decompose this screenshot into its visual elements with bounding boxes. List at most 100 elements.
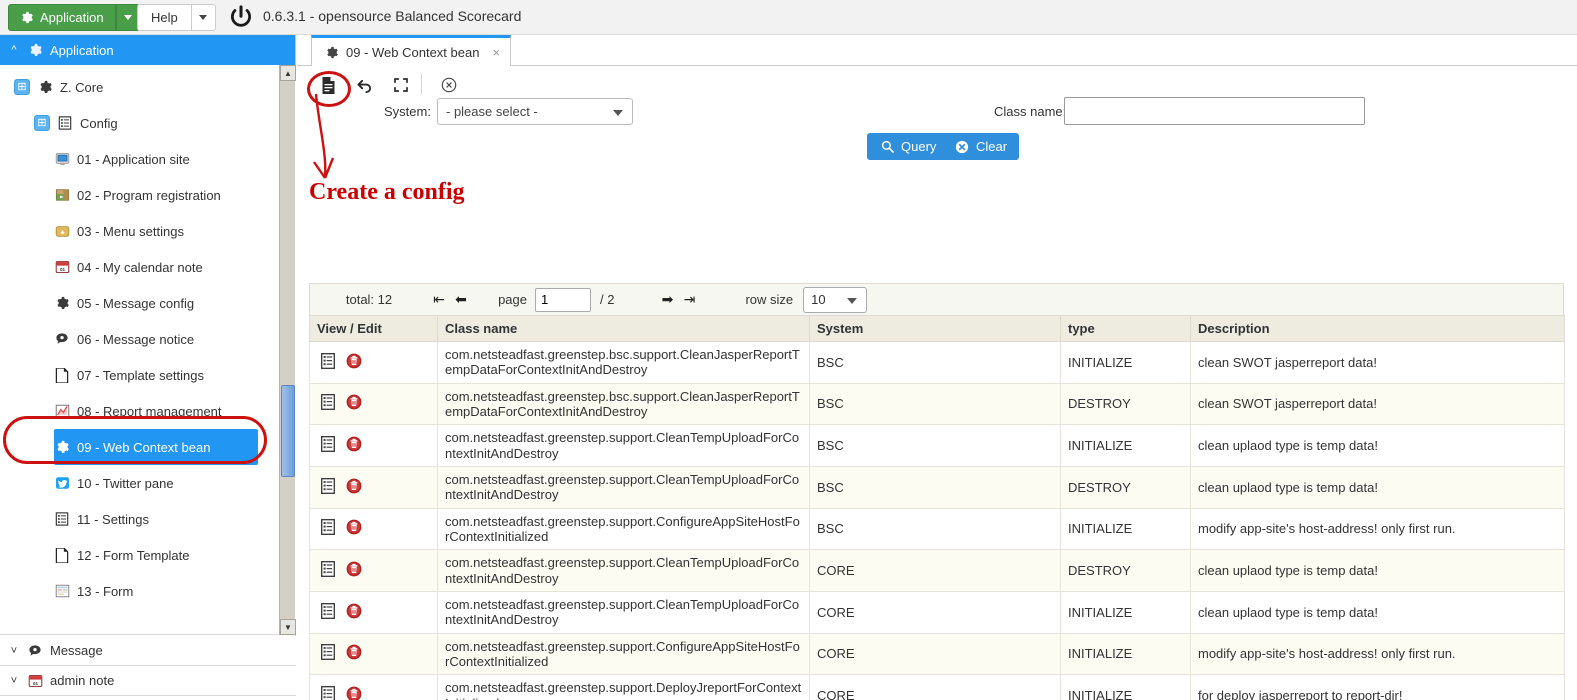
first-page-icon[interactable]: ⇤ — [428, 291, 450, 308]
sidebar-accordion-application[interactable]: ^ Application — [0, 35, 295, 65]
table-row[interactable]: com.netsteadfast.greenstep.support.Deplo… — [309, 674, 1565, 700]
sidebar: ^ Application ⊞ Z. Core ⊞ Config 01 - Applic… — [0, 35, 296, 700]
scroll-up-arrow-icon[interactable]: ▲ — [280, 65, 296, 81]
sidebar-tree-item-06-message-notice[interactable]: 06 - Message notice — [54, 321, 258, 357]
undo-icon[interactable] — [353, 75, 375, 95]
sidebar-tree-item-08-report-management[interactable]: 08 - Report management — [54, 393, 258, 429]
power-button[interactable] — [227, 4, 255, 37]
view-detail-icon[interactable] — [321, 436, 335, 455]
row-actions-cell — [309, 424, 438, 467]
sidebar-tree-item-label: 04 - My calendar note — [77, 259, 203, 275]
cell-description: clean SWOT jasperreport data! — [1190, 341, 1565, 384]
cell-class-name: com.netsteadfast.greenstep.support.Confi… — [437, 632, 810, 676]
scroll-down-arrow-icon[interactable]: ▼ — [280, 619, 296, 635]
page-icon — [54, 547, 70, 563]
sidebar-tree-item-11-settings[interactable]: 11 - Settings — [54, 501, 258, 537]
table-row[interactable]: com.netsteadfast.greenstep.support.Clean… — [309, 465, 1565, 509]
sidebar-tree-item-04-my-calendar-note[interactable]: 01 04 - My calendar note — [54, 249, 258, 285]
view-detail-icon[interactable] — [321, 602, 335, 622]
sidebar-accordion-admin-note[interactable]: ˅ 01 admin note — [0, 666, 296, 696]
query-button[interactable]: Query — [867, 133, 949, 160]
cell-type: INITIALIZE — [1060, 674, 1191, 700]
chevron-down-icon — [847, 297, 858, 304]
help-menu-caret[interactable] — [191, 4, 216, 31]
tab-strip: 09 - Web Context bean × — [297, 35, 1577, 66]
sidebar-tree[interactable]: ⊞ Z. Core ⊞ Config 01 - Application site 02 -… — [0, 65, 296, 635]
list-icon — [57, 115, 73, 131]
sidebar-tree-item-09-web-context-bean[interactable]: 09 - Web Context bean — [54, 429, 258, 465]
sidebar-tree-item-10-twitter-pane[interactable]: 10 - Twitter pane — [54, 465, 258, 501]
delete-icon[interactable] — [346, 478, 362, 497]
package-icon — [54, 187, 70, 203]
delete-icon[interactable] — [346, 603, 362, 622]
view-detail-icon[interactable] — [321, 477, 335, 497]
delete-icon[interactable] — [346, 353, 362, 372]
sidebar-tree-item-01-application-site[interactable]: 01 - Application site — [54, 141, 258, 177]
page-input[interactable] — [535, 287, 591, 312]
close-circle-icon[interactable] — [438, 75, 460, 95]
sidebar-tree-item-z-core[interactable]: ⊞ Z. Core — [14, 69, 258, 105]
view-detail-icon[interactable] — [321, 352, 335, 372]
clear-button[interactable]: Clear — [942, 133, 1020, 160]
delete-icon[interactable] — [346, 561, 362, 580]
sidebar-tree-item-label: 12 - Form Template — [77, 547, 190, 563]
scrollbar-thumb[interactable] — [281, 385, 295, 477]
tab-web-context-bean[interactable]: 09 - Web Context bean × — [311, 35, 512, 66]
row-actions-cell — [309, 632, 438, 676]
delete-icon[interactable] — [346, 394, 362, 413]
sidebar-scrollbar[interactable]: ▲ ▼ — [279, 65, 296, 635]
version-title: 0.6.3.1 - opensource Balanced Scorecard — [263, 8, 522, 24]
new-config-icon[interactable] — [317, 75, 339, 95]
sidebar-accordion-message[interactable]: ˅ Message — [0, 636, 296, 666]
sidebar-tree-item-07-template-settings[interactable]: 07 - Template settings — [54, 357, 258, 393]
view-detail-icon[interactable] — [321, 685, 335, 700]
rowsize-value: 10 — [811, 292, 826, 307]
last-page-icon[interactable]: ⇥ — [678, 291, 700, 308]
application-menu-caret[interactable] — [115, 4, 140, 31]
cell-system: CORE — [809, 674, 1061, 700]
cell-class-name: com.netsteadfast.greenstep.support.Clean… — [437, 465, 810, 509]
tree-expander-icon[interactable]: ⊞ — [14, 79, 30, 95]
tree-expander-icon[interactable]: ⊞ — [34, 115, 50, 131]
rowsize-select[interactable]: 10 — [803, 286, 868, 313]
delete-icon[interactable] — [346, 436, 362, 455]
view-detail-icon[interactable] — [321, 560, 335, 580]
table-column-header: System — [809, 315, 1061, 342]
delete-icon[interactable] — [346, 686, 362, 700]
table-row[interactable]: com.netsteadfast.greenstep.support.Confi… — [309, 507, 1565, 551]
sidebar-tree-item-03-menu-settings[interactable]: 03 - Menu settings — [54, 213, 258, 249]
application-menu-button[interactable]: Application — [8, 4, 116, 31]
view-detail-icon[interactable] — [321, 394, 335, 413]
delete-icon[interactable] — [346, 519, 362, 538]
row-actions-cell — [309, 465, 438, 509]
prev-page-icon[interactable]: ⬅ — [450, 291, 472, 308]
comment-icon — [54, 331, 70, 347]
cell-description: clean uplaod type is temp data! — [1190, 549, 1565, 592]
sidebar-accordion-label: Message — [50, 643, 103, 658]
annotation-create-config: Create a config — [309, 179, 465, 205]
chevron-down-icon: ˅ — [10, 674, 18, 687]
view-detail-icon[interactable] — [321, 644, 335, 663]
help-button[interactable]: Help — [137, 4, 192, 31]
sidebar-tree-item-config[interactable]: ⊞ Config — [34, 105, 258, 141]
sidebar-tree-item-05-message-config[interactable]: 05 - Message config — [54, 285, 258, 321]
cell-system: BSC — [809, 465, 1061, 509]
table-row[interactable]: com.netsteadfast.greenstep.bsc.support.C… — [309, 341, 1565, 384]
sidebar-accordion-faq-twitter[interactable]: ˅FAQ twitter — [0, 696, 296, 700]
table-row[interactable]: com.netsteadfast.greenstep.support.Clean… — [309, 549, 1565, 592]
sidebar-tree-item-13-form[interactable]: 13 - Form — [54, 573, 258, 609]
next-page-icon[interactable]: ➡ — [656, 291, 678, 308]
table-row[interactable]: com.netsteadfast.greenstep.support.Clean… — [309, 424, 1565, 467]
system-select[interactable]: - please select - — [437, 98, 633, 125]
table-row[interactable]: com.netsteadfast.greenstep.support.Clean… — [309, 590, 1565, 634]
sidebar-tree-item-label: 01 - Application site — [77, 151, 190, 167]
classname-input[interactable] — [1064, 97, 1365, 125]
sidebar-tree-item-12-form-template[interactable]: 12 - Form Template — [54, 537, 258, 573]
sidebar-tree-item-02-program-registration[interactable]: 02 - Program registration — [54, 177, 258, 213]
fullscreen-icon[interactable] — [390, 75, 412, 95]
table-row[interactable]: com.netsteadfast.greenstep.bsc.support.C… — [309, 382, 1565, 426]
delete-icon[interactable] — [346, 644, 362, 663]
tab-close-icon[interactable]: × — [492, 45, 500, 60]
table-row[interactable]: com.netsteadfast.greenstep.support.Confi… — [309, 632, 1565, 676]
view-detail-icon[interactable] — [321, 519, 335, 538]
